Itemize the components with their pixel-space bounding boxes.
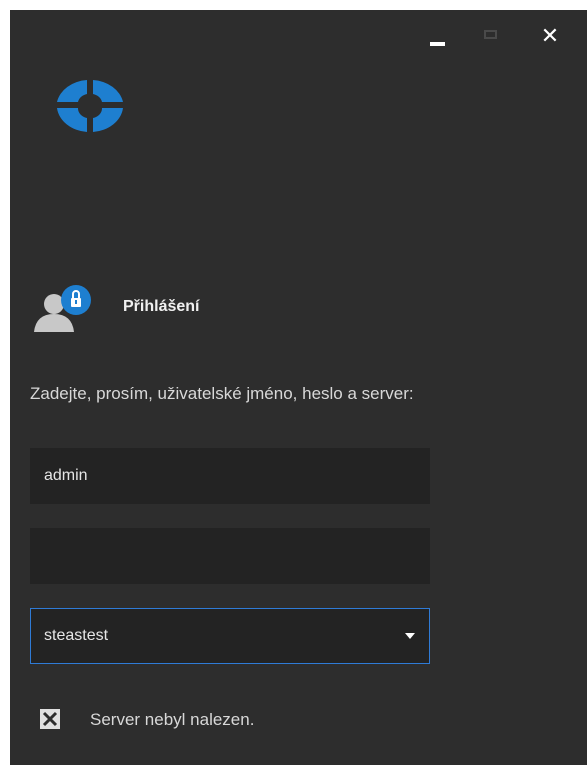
close-icon: ✕ <box>540 23 560 48</box>
status-message: Server nebyl nalezen. <box>90 710 255 729</box>
error-x-icon <box>40 709 60 729</box>
minimize-button[interactable] <box>422 24 452 48</box>
login-title: Přihlášení <box>123 298 200 315</box>
maximize-button[interactable] <box>477 24 507 48</box>
user-lock-icon <box>34 285 91 332</box>
app-logo-icon <box>57 80 123 132</box>
username-field[interactable]: admin <box>30 448 430 504</box>
dropdown-arrow-icon[interactable] <box>405 633 415 639</box>
password-field[interactable] <box>30 528 430 584</box>
server-value: steastest <box>44 627 109 644</box>
server-dropdown[interactable]: steastest <box>30 608 430 664</box>
login-window: ✕ Přihlášení Zadejte, prosím, uživatelsk… <box>10 10 587 765</box>
close-button[interactable]: ✕ <box>535 24 565 48</box>
instructions-text: Zadejte, prosím, uživatelské jméno, hesl… <box>30 384 414 403</box>
username-value: admin <box>44 467 88 484</box>
